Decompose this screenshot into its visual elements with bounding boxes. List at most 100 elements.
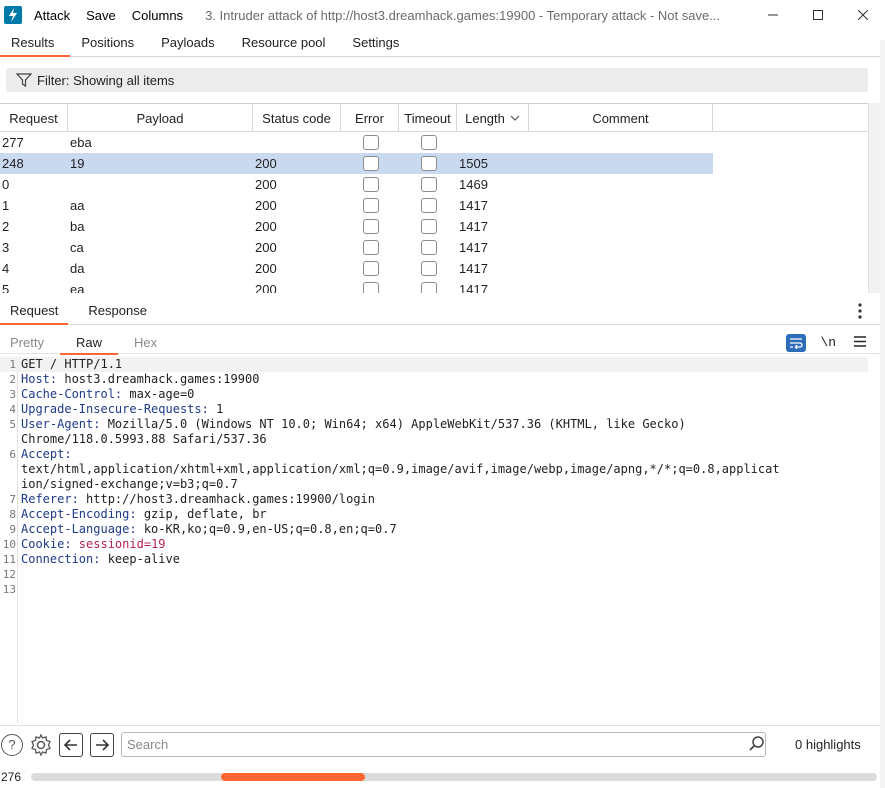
code-text: Accept-Encoding: gzip, deflate, br bbox=[21, 507, 267, 522]
col-request[interactable]: Request bbox=[0, 104, 68, 132]
cell-payload: ba bbox=[70, 219, 85, 234]
col-status-code[interactable]: Status code bbox=[253, 104, 341, 132]
line-number: 2 bbox=[9, 373, 16, 386]
table-scrollbar[interactable] bbox=[868, 103, 880, 293]
code-line: 6 Accept: bbox=[0, 447, 880, 462]
highlights-count: 0 highlights bbox=[795, 737, 861, 752]
error-checkbox[interactable] bbox=[363, 219, 379, 234]
tab-resource-pool[interactable]: Resource pool bbox=[231, 29, 342, 56]
col-payload[interactable]: Payload bbox=[68, 104, 253, 132]
table-row[interactable]: 248 19 200 1505 bbox=[0, 153, 868, 174]
cell-status-code: 200 bbox=[255, 261, 277, 276]
cell-timeout bbox=[399, 216, 457, 237]
tab-results[interactable]: Results bbox=[0, 29, 71, 57]
table-row[interactable]: 3 ca 200 1417 bbox=[0, 237, 868, 258]
table-row[interactable]: 277 eba bbox=[0, 132, 868, 153]
code-line: 7 Referer: http://host3.dreamhack.games:1… bbox=[0, 492, 880, 507]
code-line: 8 Accept-Encoding: gzip, deflate, br bbox=[0, 507, 880, 522]
header-name: Upgrade-Insecure-Requests: bbox=[21, 402, 209, 416]
search-input[interactable] bbox=[121, 732, 766, 757]
cell-request: 4 bbox=[2, 261, 10, 276]
cell-length: 1417 bbox=[459, 240, 488, 255]
hamburger-menu-icon[interactable] bbox=[854, 334, 866, 351]
table-row[interactable]: 1 aa 200 1417 bbox=[0, 195, 868, 216]
tab-raw[interactable]: Raw bbox=[59, 331, 118, 355]
menu-attack[interactable]: Attack bbox=[34, 8, 70, 23]
col-timeout[interactable]: Timeout bbox=[399, 104, 457, 132]
error-checkbox[interactable] bbox=[363, 240, 379, 255]
cell-payload: da bbox=[70, 261, 85, 276]
code-text: Connection: keep-alive bbox=[21, 552, 180, 567]
code-text: text/html,application/xhtml+xml,applicat… bbox=[21, 462, 780, 477]
table-row[interactable]: 0 200 1469 bbox=[0, 174, 868, 195]
table-row[interactable]: 5 ea 200 1417 bbox=[0, 279, 868, 293]
maximize-icon[interactable] bbox=[795, 0, 840, 30]
col-error[interactable]: Error bbox=[341, 104, 399, 132]
cell-comment bbox=[529, 174, 713, 195]
cell-request: 1 bbox=[2, 198, 10, 213]
code-line: 3 Cache-Control: max-age=0 bbox=[0, 387, 880, 402]
more-options-icon[interactable] bbox=[858, 303, 862, 319]
timeout-checkbox[interactable] bbox=[421, 282, 437, 293]
cell-comment bbox=[529, 237, 713, 258]
cell-length: 1469 bbox=[459, 177, 488, 192]
search-icon bbox=[749, 736, 764, 751]
error-checkbox[interactable] bbox=[363, 177, 379, 192]
error-checkbox[interactable] bbox=[363, 156, 379, 171]
timeout-checkbox[interactable] bbox=[421, 261, 437, 276]
cell-comment bbox=[529, 195, 713, 216]
minimize-icon[interactable] bbox=[750, 0, 795, 30]
table-row[interactable]: 2 ba 200 1417 bbox=[0, 216, 868, 237]
menu-save[interactable]: Save bbox=[86, 8, 116, 23]
help-icon[interactable]: ? bbox=[1, 733, 23, 756]
request-editor[interactable]: 1 GET / HTTP/1.1 2 Host: host3.dreamhack.ga… bbox=[0, 357, 880, 723]
error-checkbox[interactable] bbox=[363, 261, 379, 276]
timeout-checkbox[interactable] bbox=[421, 135, 437, 150]
header-value: text/html,application/xhtml+xml,applicat… bbox=[21, 462, 780, 476]
timeout-checkbox[interactable] bbox=[421, 240, 437, 255]
cell-request: 0 bbox=[2, 177, 10, 192]
close-icon[interactable] bbox=[840, 0, 885, 30]
timeout-checkbox[interactable] bbox=[421, 198, 437, 213]
tab-settings[interactable]: Settings bbox=[341, 29, 415, 56]
code-text: User-Agent: Mozilla/5.0 (Windows NT 10.0… bbox=[21, 417, 686, 432]
col-comment[interactable]: Comment bbox=[529, 104, 713, 132]
word-wrap-icon[interactable] bbox=[786, 333, 807, 352]
cell-timeout bbox=[399, 153, 457, 174]
header-value: GET / HTTP/1.1 bbox=[21, 357, 123, 371]
menu-columns[interactable]: Columns bbox=[132, 8, 183, 23]
cell-error bbox=[341, 195, 399, 216]
timeout-checkbox[interactable] bbox=[421, 156, 437, 171]
previous-arrow-icon[interactable] bbox=[59, 732, 83, 757]
tab-response[interactable]: Response bbox=[78, 296, 157, 324]
tab-request[interactable]: Request bbox=[0, 296, 69, 325]
error-checkbox[interactable] bbox=[363, 282, 379, 293]
progress-fill bbox=[221, 773, 365, 781]
cell-status-code bbox=[253, 132, 341, 153]
tab-positions[interactable]: Positions bbox=[70, 29, 150, 56]
timeout-checkbox[interactable] bbox=[421, 177, 437, 192]
error-checkbox[interactable] bbox=[363, 198, 379, 213]
cell-comment bbox=[529, 258, 713, 279]
tab-hex[interactable]: Hex bbox=[124, 331, 167, 354]
code-line: 4 Upgrade-Insecure-Requests: 1 bbox=[0, 402, 880, 417]
cell-timeout bbox=[399, 174, 457, 195]
cell-payload: aa bbox=[70, 198, 85, 213]
gear-icon[interactable] bbox=[29, 733, 53, 757]
line-number: 12 bbox=[2, 568, 16, 581]
cell-error bbox=[341, 258, 399, 279]
tab-payloads[interactable]: Payloads bbox=[150, 29, 230, 56]
header-name: Referer: bbox=[21, 492, 79, 506]
error-checkbox[interactable] bbox=[363, 135, 379, 150]
code-text: Chrome/118.0.5993.88 Safari/537.36 bbox=[21, 432, 267, 447]
table-row[interactable]: 4 da 200 1417 bbox=[0, 258, 868, 279]
cell-status-code: 200 bbox=[255, 177, 277, 192]
timeout-checkbox[interactable] bbox=[421, 219, 437, 234]
show-newlines-button[interactable]: \n bbox=[820, 335, 836, 350]
next-arrow-icon[interactable] bbox=[90, 732, 114, 757]
filter-bar[interactable]: Filter: Showing all items bbox=[6, 68, 868, 92]
col-length[interactable]: Length bbox=[457, 104, 529, 132]
tab-pretty[interactable]: Pretty bbox=[0, 331, 54, 354]
table-header: Request Payload Status code Error Timeou… bbox=[0, 104, 868, 132]
code-line: ion/signed-exchange;v=b3;q=0.7 bbox=[0, 477, 880, 492]
